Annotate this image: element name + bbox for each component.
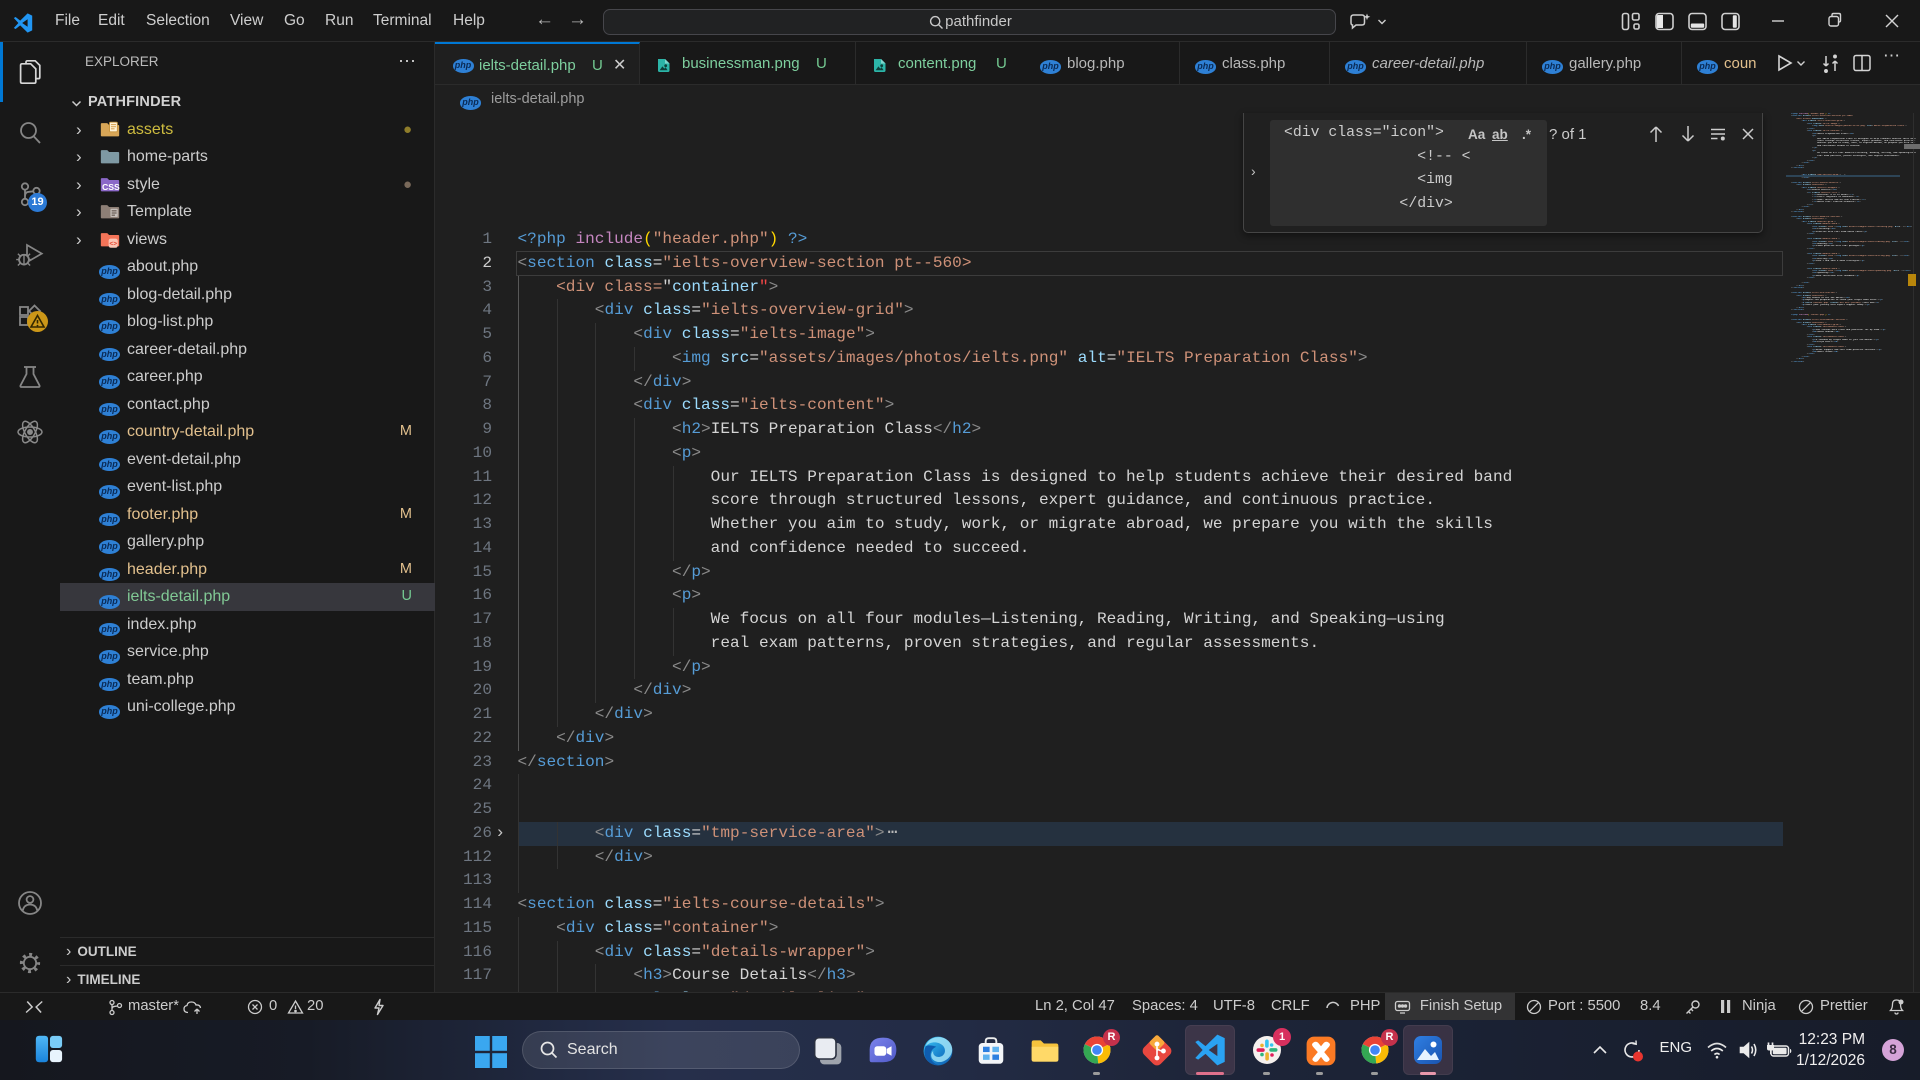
svg-text:<>: <> [109, 241, 117, 248]
svg-text:CSS: CSS [102, 182, 120, 192]
